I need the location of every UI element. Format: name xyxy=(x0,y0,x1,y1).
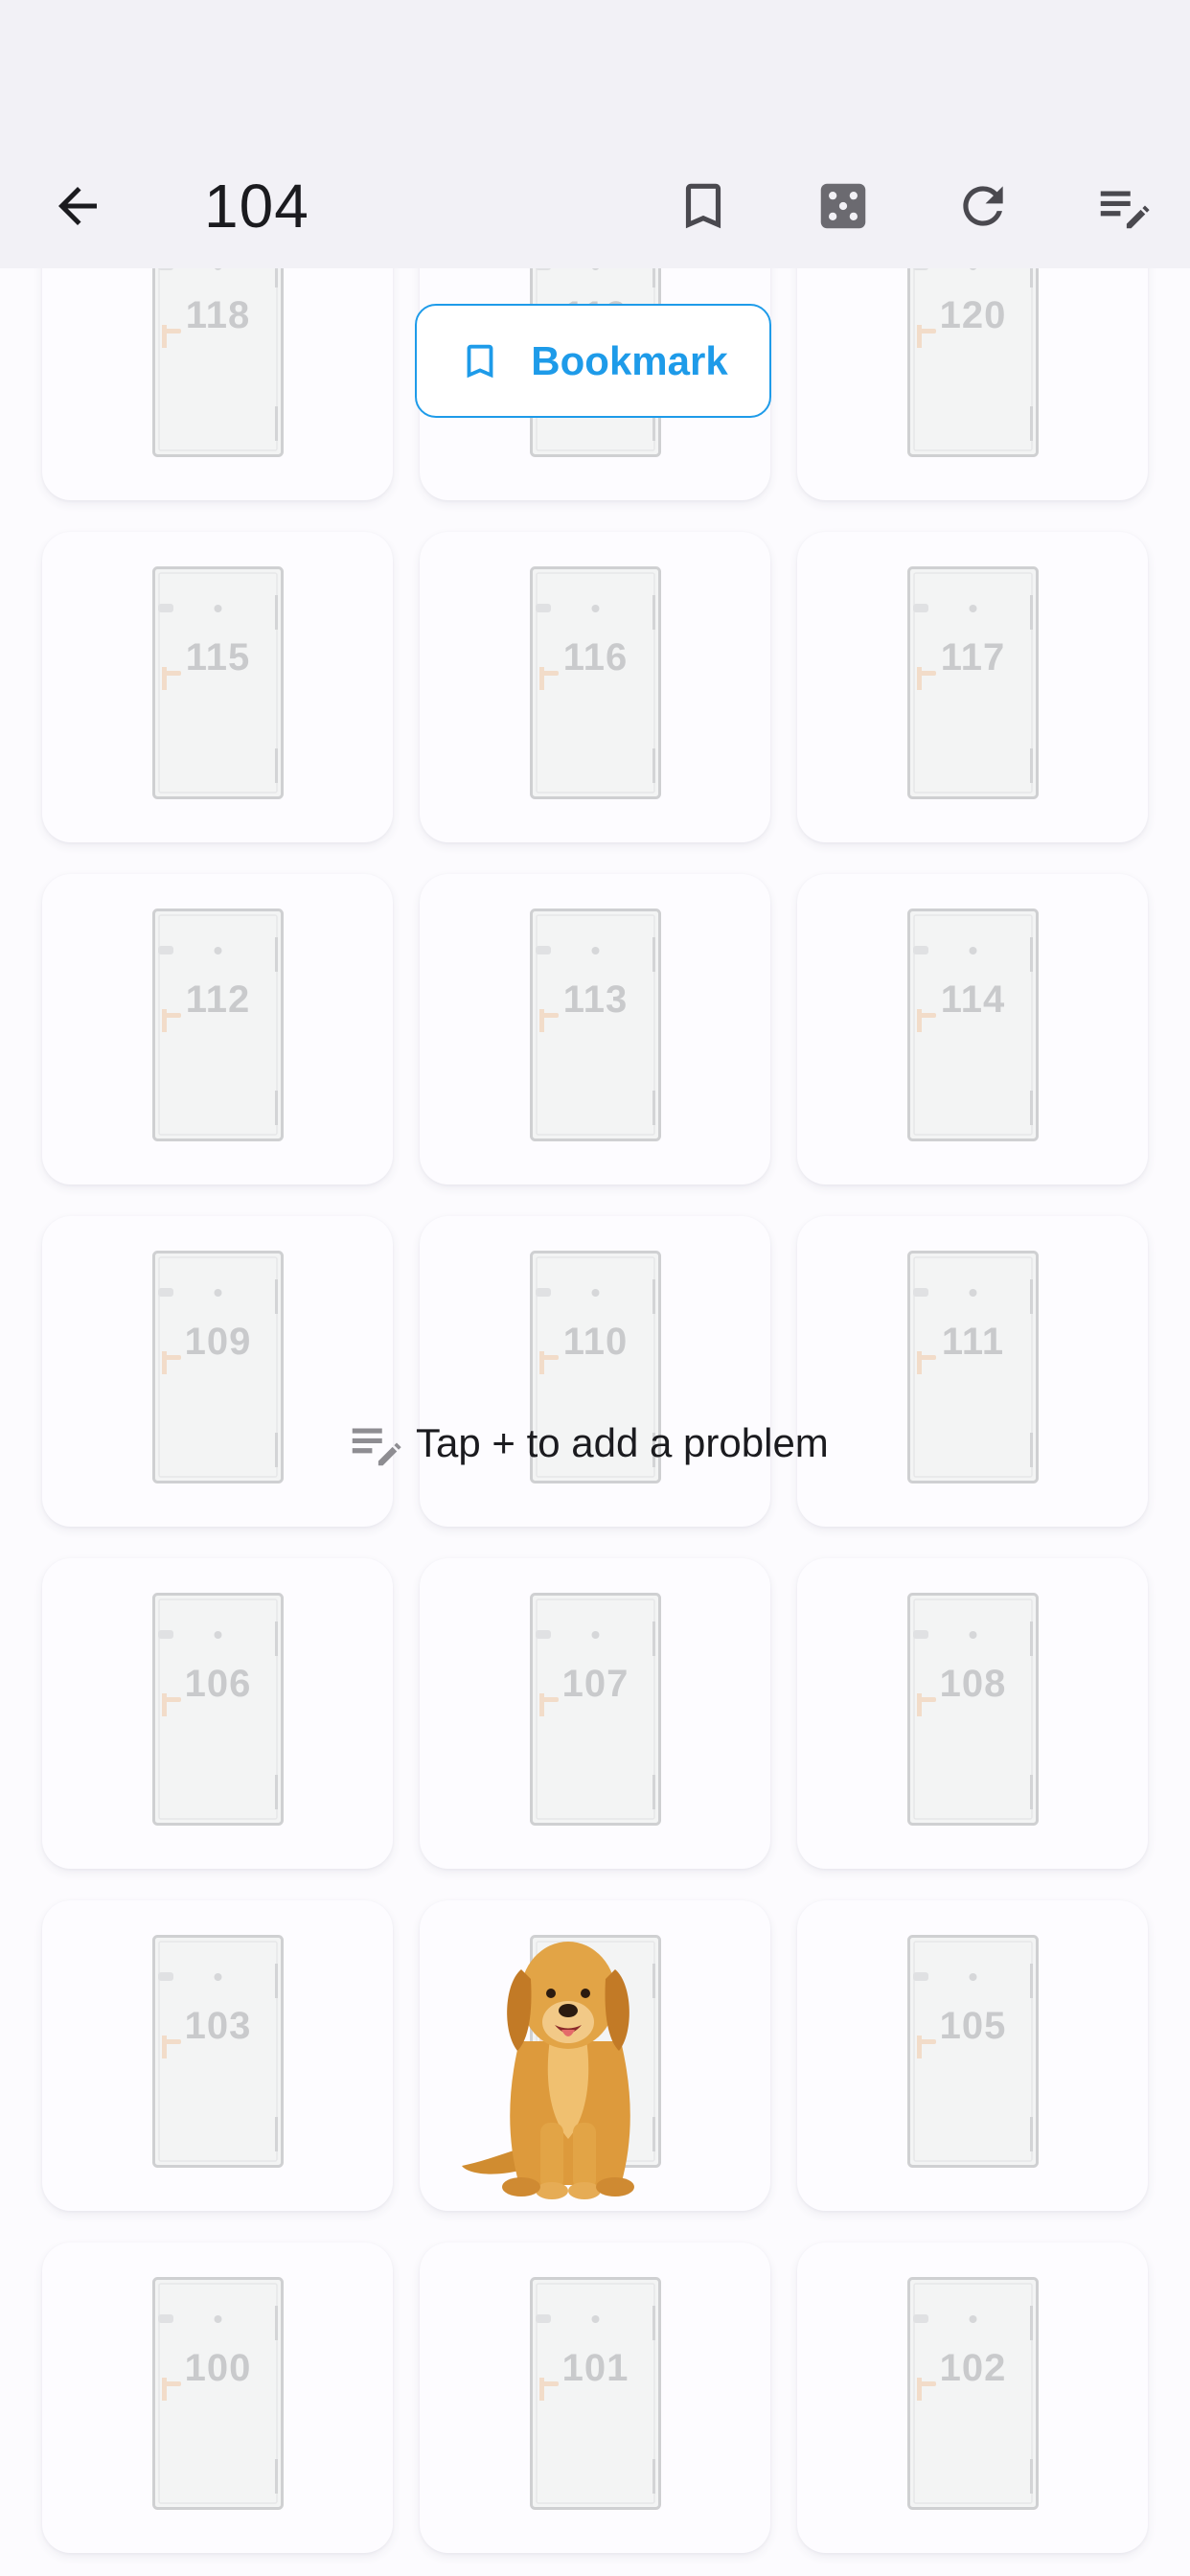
door-number: 120 xyxy=(939,294,1007,336)
random-button[interactable] xyxy=(799,162,887,250)
door: 103 xyxy=(152,1935,284,2168)
edit-list-button[interactable] xyxy=(1079,162,1167,250)
door-number: 110 xyxy=(562,1321,629,1363)
door-icon xyxy=(152,566,284,799)
arrow-left-icon xyxy=(58,187,97,225)
refresh-icon xyxy=(963,186,1003,226)
door-card-117[interactable]: 117 xyxy=(797,532,1148,842)
bookmark-icon xyxy=(467,344,493,378)
door: 118 xyxy=(152,268,284,457)
door-icon xyxy=(152,2277,284,2510)
door: 108 xyxy=(907,1593,1039,1826)
door-card-115[interactable]: 115 xyxy=(42,532,393,842)
door-card-105[interactable]: 105 xyxy=(797,1900,1148,2211)
door-card-112[interactable]: 112 xyxy=(42,874,393,1184)
door-card-101[interactable]: 101 xyxy=(420,2242,770,2553)
door: 111 xyxy=(907,1251,1039,1484)
door-card-109[interactable]: 109 xyxy=(42,1216,393,1527)
door-icon xyxy=(530,2277,661,2510)
door: 100 xyxy=(152,2277,284,2510)
door: 105 xyxy=(907,1935,1039,2168)
door-card-118[interactable]: 118 xyxy=(42,268,393,500)
door-card-108[interactable]: 108 xyxy=(797,1558,1148,1869)
door-number: 101 xyxy=(561,2347,629,2389)
door-number: 102 xyxy=(939,2347,1007,2389)
door-card-113[interactable]: 113 xyxy=(420,874,770,1184)
door: 107 xyxy=(530,1593,661,1826)
dice-icon xyxy=(820,183,866,229)
door-icon xyxy=(530,1593,661,1826)
door-number: 108 xyxy=(939,1663,1007,1705)
door-number: 114 xyxy=(940,978,1006,1021)
app-bar: 104 xyxy=(0,144,1190,268)
door: 113 xyxy=(530,908,661,1141)
golden-retriever-icon xyxy=(462,1942,634,2199)
door-icon xyxy=(907,1251,1039,1484)
bookmark-button-label: Bookmark xyxy=(531,337,728,383)
door-number: 118 xyxy=(185,294,251,336)
bookmark-button[interactable]: Bookmark xyxy=(415,304,771,418)
door: 109 xyxy=(152,1251,284,1484)
door: 120 xyxy=(907,268,1039,457)
door-number: 116 xyxy=(562,636,629,678)
door-card-111[interactable]: 111 xyxy=(797,1216,1148,1527)
door: 117 xyxy=(907,566,1039,799)
door-card-114[interactable]: 114 xyxy=(797,874,1148,1184)
door-icon xyxy=(530,908,661,1141)
door-card-102[interactable]: 102 xyxy=(797,2242,1148,2553)
door: 106 xyxy=(152,1593,284,1826)
door-card-116[interactable]: 116 xyxy=(420,532,770,842)
door: 101 xyxy=(530,2277,661,2510)
playlist-edit-icon xyxy=(352,1428,401,1466)
bookmark-outline-icon xyxy=(685,183,721,229)
bookmark-toggle-button[interactable] xyxy=(659,162,747,250)
door-card-120[interactable]: 120 xyxy=(797,268,1148,500)
door-number: 107 xyxy=(561,1663,629,1705)
door-card-110[interactable]: 110 xyxy=(420,1216,770,1527)
door-card-103[interactable]: 103 xyxy=(42,1900,393,2211)
door-card-107[interactable]: 107 xyxy=(420,1558,770,1869)
door-icon xyxy=(907,908,1039,1141)
empty-state-text: Tap + to add a problem xyxy=(416,1420,829,1465)
door-number: 100 xyxy=(184,2347,252,2389)
refresh-button[interactable] xyxy=(939,162,1027,250)
door: 112 xyxy=(152,908,284,1141)
door-number: 117 xyxy=(940,636,1006,678)
empty-state-message: Tap + to add a problem xyxy=(345,1414,829,1472)
door-icon xyxy=(907,2277,1039,2510)
door: 116 xyxy=(530,566,661,799)
door-icon xyxy=(152,908,284,1141)
door-number: 105 xyxy=(939,2005,1007,2047)
door-number: 115 xyxy=(185,636,251,678)
door-number: 109 xyxy=(184,1321,252,1363)
door-grid: 118 119 xyxy=(42,268,1148,2553)
door: 115 xyxy=(152,566,284,799)
page-title: 104 xyxy=(204,172,309,241)
door-icon xyxy=(907,1935,1039,2168)
door: 114 xyxy=(907,908,1039,1141)
playlist-edit-icon xyxy=(1100,191,1150,229)
door-number: 103 xyxy=(184,2005,252,2047)
door-number: 111 xyxy=(941,1321,1005,1363)
door-icon xyxy=(907,1593,1039,1826)
door-card-106[interactable]: 106 xyxy=(42,1558,393,1869)
back-button[interactable] xyxy=(34,162,122,250)
door-number: 112 xyxy=(185,978,251,1021)
door-icon xyxy=(152,1251,284,1484)
door-number: 106 xyxy=(184,1663,252,1705)
door-icon xyxy=(530,566,661,799)
status-bar xyxy=(0,0,1190,144)
door-card-100[interactable]: 100 xyxy=(42,2242,393,2553)
door-icon xyxy=(152,1935,284,2168)
door-number: 113 xyxy=(562,978,629,1021)
door-icon xyxy=(907,566,1039,799)
door-icon xyxy=(152,1593,284,1826)
door: 102 xyxy=(907,2277,1039,2510)
